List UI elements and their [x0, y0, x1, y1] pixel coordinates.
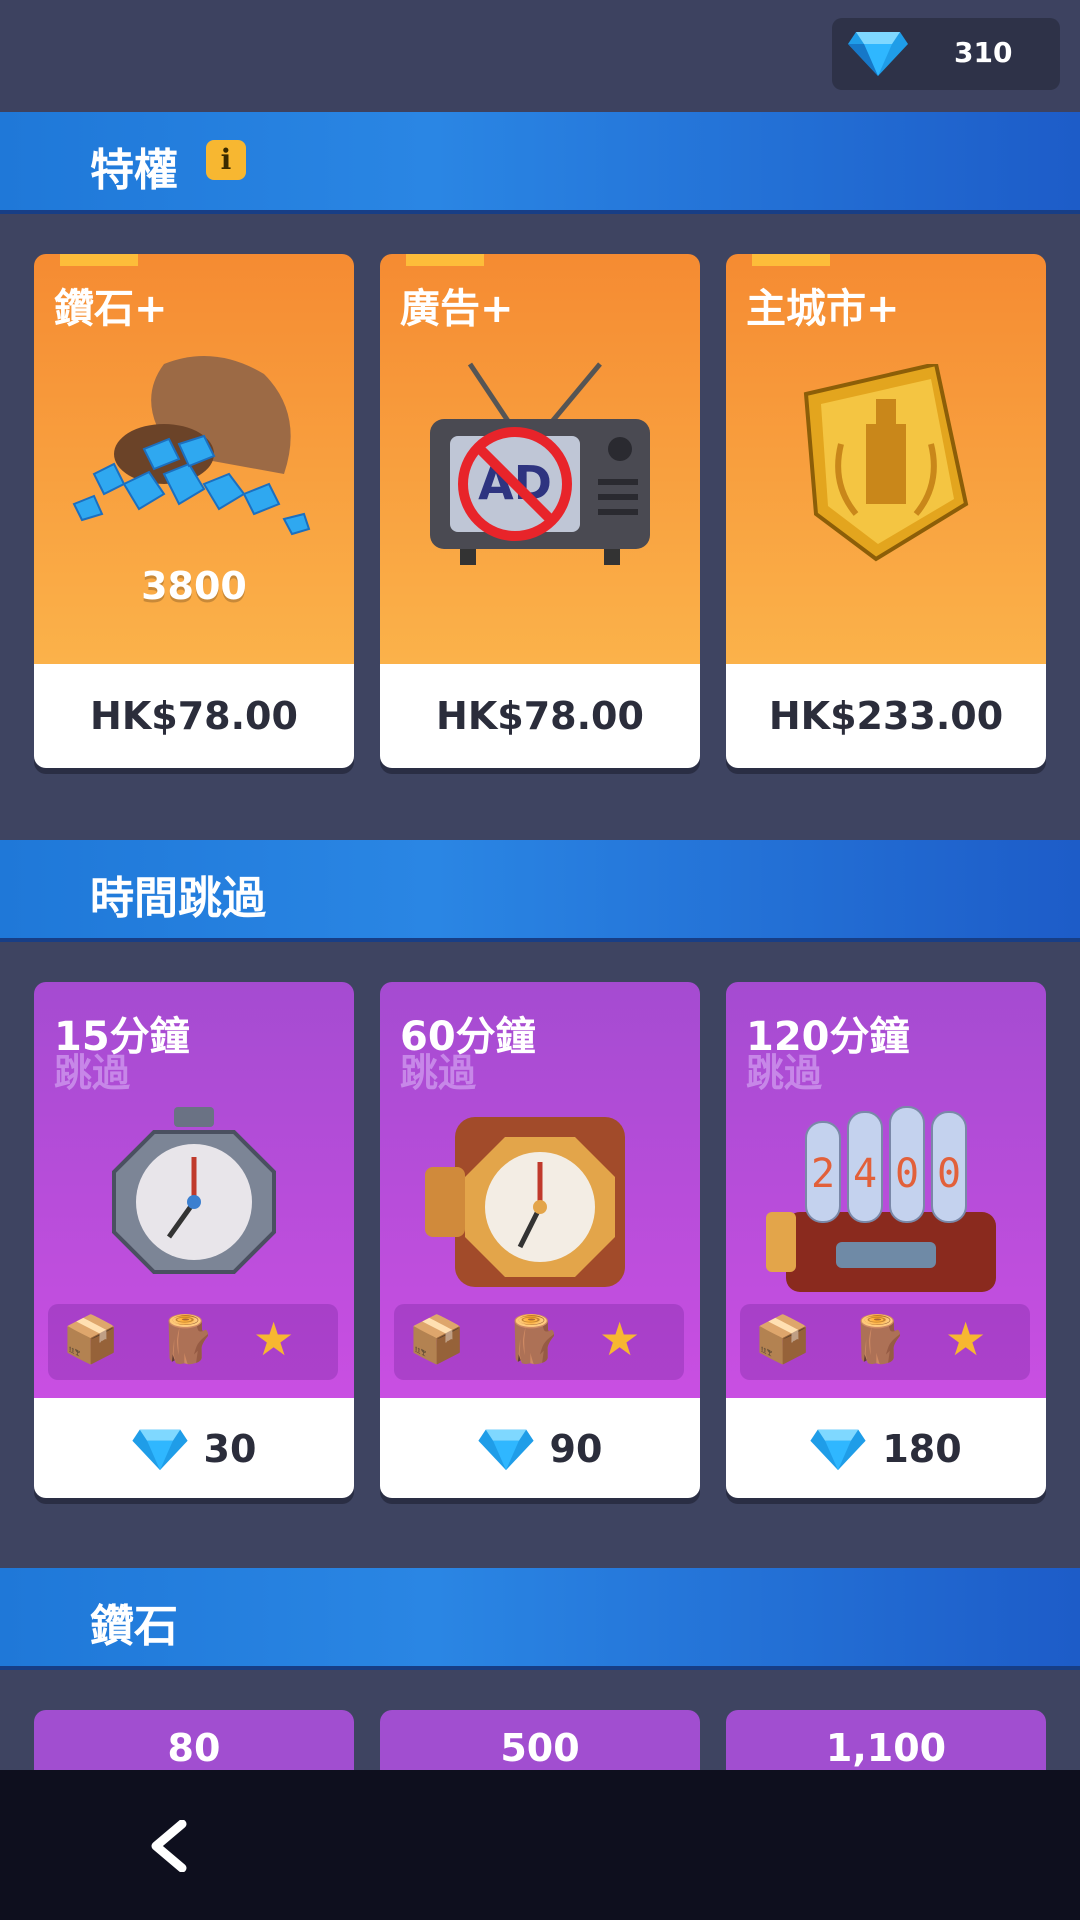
- gem-icon: [848, 32, 908, 76]
- buy-button[interactable]: 30: [34, 1398, 354, 1498]
- back-arrow-icon[interactable]: [148, 1820, 190, 1872]
- section-header-gems: 鑽石: [0, 1568, 1080, 1670]
- svg-text:2: 2: [811, 1151, 835, 1197]
- price-label: HK$78.00: [90, 694, 298, 738]
- star-clock-icon: ★: [253, 1312, 295, 1366]
- top-bar: 310: [0, 0, 1080, 112]
- bottom-nav: [0, 1770, 1080, 1920]
- gem-amount: 3800: [141, 564, 247, 608]
- crate-clock-icon: 📦: [62, 1312, 120, 1366]
- gem-cost: 90: [549, 1426, 603, 1471]
- city-badge-icon: [803, 364, 969, 562]
- bonus-tray: 📦 🪵 ★: [48, 1304, 338, 1380]
- stopwatch-icon: [112, 1107, 276, 1274]
- card-tag: [752, 254, 830, 266]
- wood-clock-icon: 🪵: [158, 1312, 216, 1366]
- gem-icon: [810, 1429, 866, 1470]
- buy-button[interactable]: 180: [726, 1398, 1046, 1498]
- privilege-card-city[interactable]: 主城市+ HK$233.00: [726, 254, 1046, 768]
- gem-cost: 180: [882, 1426, 962, 1471]
- card-title: 主城市+: [746, 286, 900, 332]
- privilege-card-no-ads[interactable]: 廣告+ AD HK$78.00: [380, 254, 700, 768]
- price-button[interactable]: HK$78.00: [34, 664, 354, 768]
- star-clock-icon: ★: [945, 1312, 987, 1366]
- time-skip-card-15[interactable]: 15分鐘 跳過 📦 🪵 ★ 30: [34, 982, 354, 1498]
- svg-text:0: 0: [937, 1151, 961, 1197]
- gem-icon: [131, 1429, 188, 1470]
- gem-balance[interactable]: 310: [832, 18, 1060, 90]
- wood-clock-icon: 🪵: [850, 1312, 908, 1366]
- card-subtitle: 跳過: [400, 1051, 477, 1095]
- section-header-privileges: 特權 i: [0, 112, 1080, 214]
- card-subtitle: 跳過: [746, 1051, 823, 1095]
- svg-text:4: 4: [853, 1151, 877, 1197]
- crate-clock-icon: 📦: [408, 1312, 466, 1366]
- time-skip-card-120[interactable]: 120分鐘 跳過 2400 📦 🪵 ★ 180: [726, 982, 1046, 1498]
- section-title: 鑽石: [90, 1601, 178, 1652]
- nixie-clock-icon: 2400: [766, 1106, 996, 1292]
- svg-text:0: 0: [895, 1151, 919, 1197]
- crate-clock-icon: 📦: [754, 1312, 812, 1366]
- card-subtitle: 跳過: [54, 1051, 131, 1095]
- section-title: 特權: [90, 145, 178, 196]
- price-label: HK$78.00: [436, 694, 644, 738]
- star-clock-icon: ★: [599, 1312, 641, 1366]
- card-tag: [60, 254, 138, 266]
- gem-icon: [477, 1429, 534, 1470]
- gem-sack-icon: [72, 356, 311, 536]
- section-title: 時間跳過: [90, 873, 266, 924]
- gem-balance-value: 310: [954, 36, 1013, 69]
- bonus-tray: 📦 🪵 ★: [740, 1304, 1030, 1380]
- wood-clock-icon: 🪵: [504, 1312, 562, 1366]
- card-title: 鑽石+: [54, 286, 168, 332]
- price-label: HK$233.00: [768, 694, 1004, 738]
- card-tag: [406, 254, 484, 266]
- buy-button[interactable]: 90: [380, 1398, 700, 1498]
- bonus-tray: 📦 🪵 ★: [394, 1304, 684, 1380]
- alarm-clock-icon: [425, 1117, 625, 1287]
- price-button[interactable]: HK$233.00: [726, 664, 1046, 768]
- time-skip-card-60[interactable]: 60分鐘 跳過 📦 🪵 ★ 90: [380, 982, 700, 1498]
- section-header-time-skip: 時間跳過: [0, 840, 1080, 942]
- price-button[interactable]: HK$78.00: [380, 664, 700, 768]
- no-ads-tv-icon: AD: [430, 362, 650, 565]
- privilege-card-gems[interactable]: 鑽石+ 3800 HK$78.00: [34, 254, 354, 768]
- info-button[interactable]: i: [206, 140, 246, 180]
- gem-cost: 30: [203, 1426, 257, 1471]
- card-title: 廣告+: [400, 286, 514, 332]
